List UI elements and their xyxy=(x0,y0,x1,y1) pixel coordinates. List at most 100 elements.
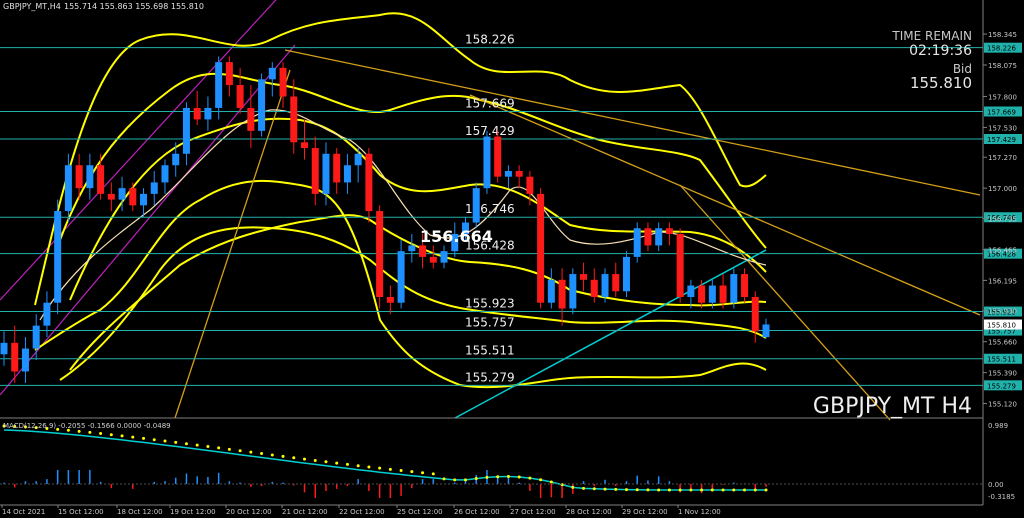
candle-body xyxy=(494,136,502,177)
candle-body xyxy=(580,274,588,280)
price-tick-label: 157.000 xyxy=(988,185,1017,193)
macd-signal-dot xyxy=(292,456,296,460)
macd-header: MACD(12,26,9) -0.2055 -0.1566 0.0000 -0.… xyxy=(3,422,171,430)
macd-signal-dot xyxy=(571,485,575,489)
candle-body xyxy=(376,211,384,297)
big-price-label: 156.664 xyxy=(420,227,493,246)
macd-signal-dot xyxy=(496,475,500,479)
header-symbol: GBPJPY_MT,H4 xyxy=(3,2,61,11)
macd-signal-dot xyxy=(77,429,81,433)
candle-body xyxy=(129,188,137,206)
candle-body xyxy=(97,165,105,194)
level-axis-tag-label: 157.669 xyxy=(987,109,1016,117)
level-label: 155.757 xyxy=(465,316,515,330)
macd-signal-dot xyxy=(270,453,274,457)
macd-signal-dot xyxy=(539,478,543,482)
macd-signal-dot xyxy=(238,449,242,453)
price-tick-label: 157.530 xyxy=(988,124,1017,132)
macd-signal-dot xyxy=(131,435,135,439)
candle-body xyxy=(558,279,566,309)
candle-body xyxy=(311,148,319,194)
time-tick-label: 28 Oct 12:00 xyxy=(566,508,612,516)
candle-body xyxy=(429,256,437,263)
price-tick-label: 158.075 xyxy=(988,62,1017,70)
candle-body xyxy=(247,107,255,131)
macd-signal-dot xyxy=(646,488,650,492)
candle-body xyxy=(268,67,276,80)
macd-signal-dot xyxy=(120,434,124,438)
candle-body xyxy=(730,274,738,303)
candle-body xyxy=(140,193,148,206)
candle-body xyxy=(172,153,180,166)
candle-body xyxy=(408,245,416,252)
candle-body xyxy=(290,96,298,143)
bid-value: 155.810 xyxy=(910,74,972,92)
level-axis-tag-label: 157.429 xyxy=(987,136,1016,144)
time-tick-label: 18 Oct 12:00 xyxy=(117,508,163,516)
candle-body xyxy=(86,165,94,189)
candle-body xyxy=(504,170,512,177)
candle-body xyxy=(193,107,201,120)
level-label: 156.746 xyxy=(465,202,515,216)
candle-body xyxy=(526,176,534,194)
candle-body xyxy=(43,302,51,326)
macd-signal-dot xyxy=(764,488,768,492)
candle-body xyxy=(472,188,480,223)
macd-signal-dot xyxy=(217,446,221,450)
macd-signal-dot xyxy=(592,487,596,491)
macd-signal-dot xyxy=(453,478,457,482)
price-chart[interactable]: 158.226157.669157.429156.746156.428155.9… xyxy=(0,0,1024,518)
macd-signal-dot xyxy=(517,475,521,479)
candle-body xyxy=(386,296,394,303)
macd-signal-dot xyxy=(260,452,264,456)
macd-signal-dot xyxy=(195,443,199,447)
macd-tick-label: 0.00 xyxy=(988,481,1004,489)
time-tick-label: 22 Oct 12:00 xyxy=(339,508,385,516)
time-tick-label: 15 Oct 12:00 xyxy=(58,508,104,516)
candle-body xyxy=(21,348,29,372)
time-tick-label: 19 Oct 12:00 xyxy=(170,508,216,516)
macd-tick-label: 0.989 xyxy=(988,422,1008,430)
price-tick-label: 156.465 xyxy=(988,246,1017,254)
macd-signal-dot xyxy=(431,472,435,476)
candle-body xyxy=(343,165,351,183)
candle-body xyxy=(258,79,266,131)
price-tick-label: 156.195 xyxy=(988,277,1017,285)
macd-signal-dot xyxy=(667,488,671,492)
candle-body xyxy=(515,170,523,177)
macd-signal-dot xyxy=(506,475,510,479)
macd-signal-dot xyxy=(549,480,553,484)
time-tick-label: 26 Oct 12:00 xyxy=(454,508,500,516)
candle-body xyxy=(644,228,652,246)
level-label: 157.669 xyxy=(465,97,515,111)
current-price-label: 155.810 xyxy=(987,321,1016,329)
time-tick-label: 27 Oct 12:00 xyxy=(510,508,556,516)
candle-body xyxy=(215,62,223,108)
macd-signal-dot xyxy=(206,445,210,449)
candle-body xyxy=(590,279,598,297)
candle-body xyxy=(182,107,190,154)
price-tick-label: 158.345 xyxy=(988,31,1017,39)
macd-signal-dot xyxy=(743,488,747,492)
macd-signal-dot xyxy=(474,477,478,481)
macd-signal-dot xyxy=(624,488,628,492)
macd-signal-dot xyxy=(356,464,360,468)
macd-signal-dot xyxy=(227,447,231,451)
candle-body xyxy=(708,285,716,303)
level-label: 155.511 xyxy=(465,344,515,358)
candle-body xyxy=(612,274,620,292)
price-tick-label: 157.270 xyxy=(988,154,1017,162)
candle-body xyxy=(440,251,448,263)
macd-signal-dot xyxy=(463,478,467,482)
level-axis-tag-label: 155.511 xyxy=(987,356,1016,364)
candle-body xyxy=(655,228,663,246)
candle-body xyxy=(365,153,373,212)
time-tick-label: 29 Oct 12:00 xyxy=(622,508,668,516)
candle-body xyxy=(204,107,212,120)
macd-signal-dot xyxy=(582,486,586,490)
macd-signal-dot xyxy=(388,467,392,471)
candle-body xyxy=(118,188,126,200)
macd-signal-dot xyxy=(421,471,425,475)
macd-signal-dot xyxy=(303,457,307,461)
candle-body xyxy=(301,142,309,149)
